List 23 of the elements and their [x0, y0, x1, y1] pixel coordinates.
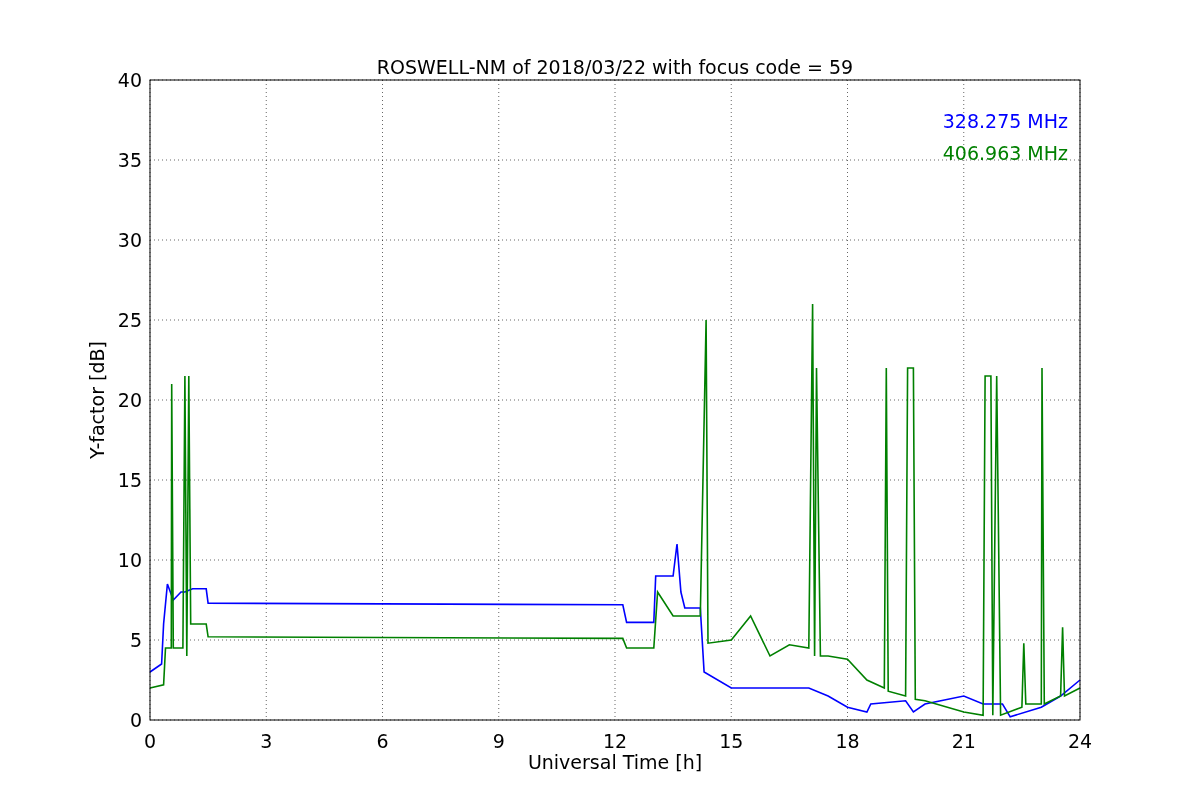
x-tick-label: 15: [719, 730, 744, 752]
y-tick-label: 0: [129, 709, 142, 731]
y-tick-label: 5: [129, 629, 142, 651]
y-axis-label: Y-factor [dB]: [86, 341, 108, 459]
x-tick-label: 18: [835, 730, 860, 752]
chart-title: ROSWELL-NM of 2018/03/22 with focus code = 59: [376, 56, 854, 78]
x-tick-label: 12: [602, 730, 628, 752]
x-axis-label: Universal Time [h]: [527, 751, 703, 773]
x-tick-label: 9: [492, 730, 505, 752]
y-tick-label: 40: [117, 69, 142, 91]
x-tick-label: 21: [951, 730, 976, 752]
x-tick-label: 3: [260, 730, 273, 752]
x-tick-label: 6: [376, 730, 389, 752]
x-tick-label: 24: [1067, 730, 1093, 752]
y-tick-label: 25: [117, 309, 142, 331]
y-tick-label: 30: [117, 229, 142, 251]
y-tick-label: 20: [117, 389, 142, 411]
legend-entry: 328.275 MHz: [942, 110, 1068, 132]
y-tick-label: 15: [117, 469, 142, 491]
y-tick-label: 10: [117, 549, 142, 571]
y-tick-label: 35: [117, 149, 142, 171]
x-tick-label: 0: [143, 730, 157, 752]
legend-entry: 406.963 MHz: [942, 142, 1068, 164]
